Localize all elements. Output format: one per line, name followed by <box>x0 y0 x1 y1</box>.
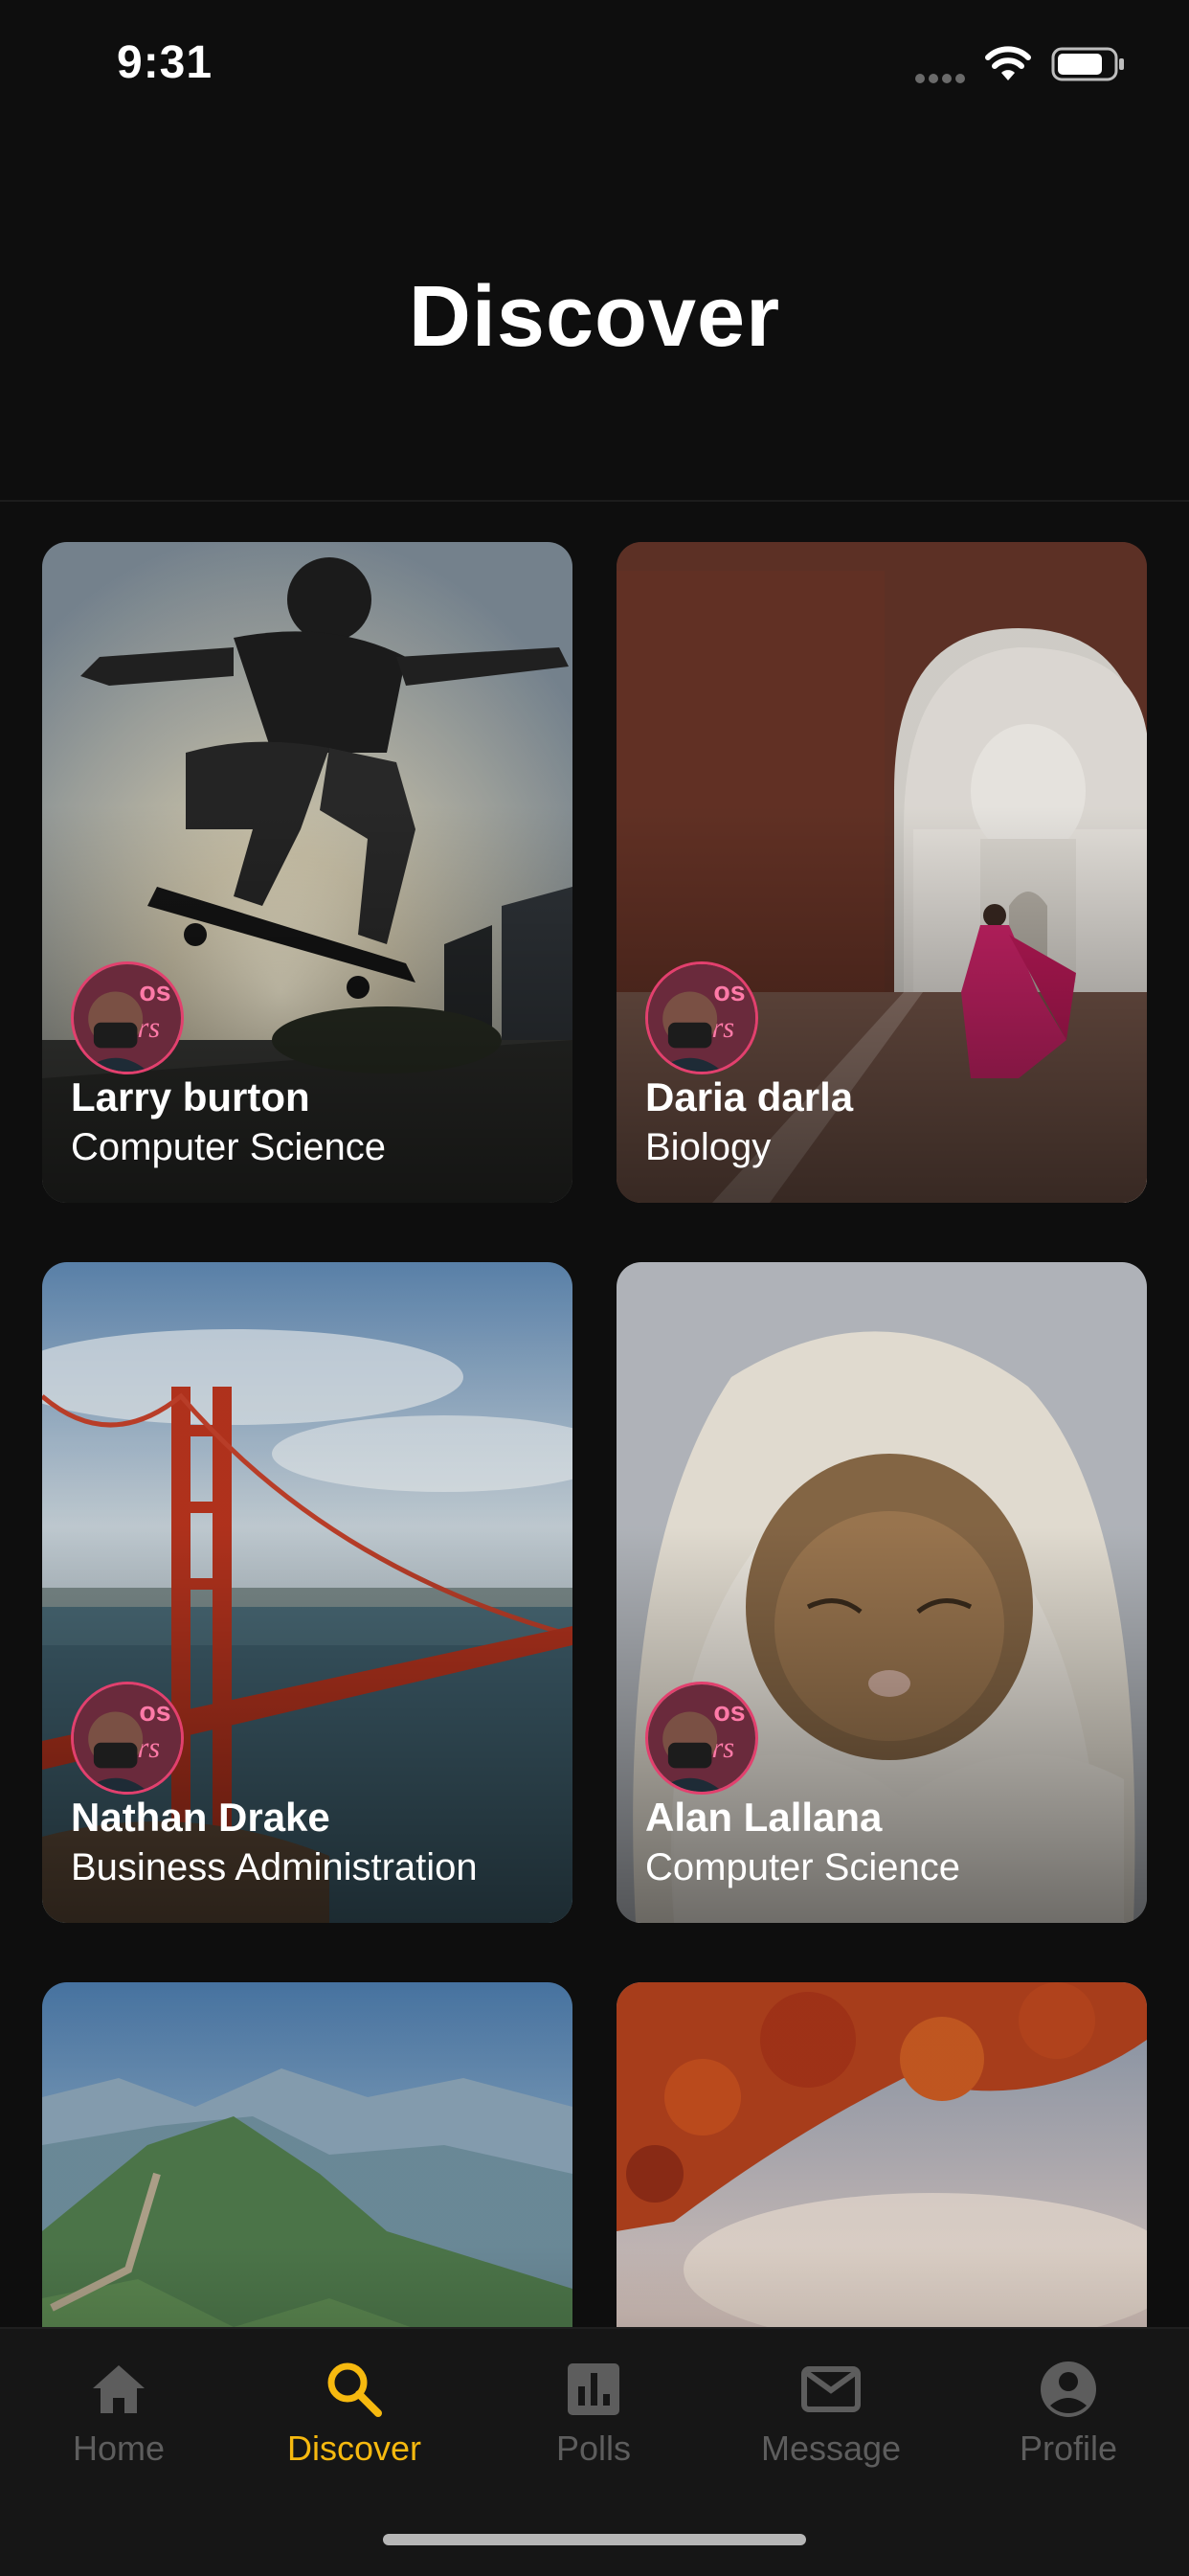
tab-label: Home <box>72 2429 166 2468</box>
tab-profile[interactable]: Profile <box>950 2358 1187 2492</box>
profile-card[interactable] <box>617 1982 1147 2327</box>
header: Discover <box>0 134 1189 502</box>
home-icon <box>93 2365 145 2413</box>
wifi-icon <box>985 46 1031 80</box>
profile-card[interactable]: os rs Larry burton Computer Science <box>42 542 572 1203</box>
card-major: Business Administration <box>71 1846 478 1888</box>
card-name: Daria darla <box>645 1074 854 1119</box>
discover-grid[interactable]: os rs Larry burton Computer Science os rs <box>0 542 1189 2327</box>
search-icon <box>327 2362 382 2417</box>
svg-text:os: os <box>139 977 170 1007</box>
poll-icon <box>568 2363 619 2415</box>
svg-text:os: os <box>713 977 745 1007</box>
cellular-signal-icon <box>915 71 969 83</box>
status-time: 9:31 <box>117 37 213 88</box>
profile-card[interactable]: os rs Alan Lallana Computer Science <box>617 1262 1147 1923</box>
profile-card[interactable]: os rs Nathan Drake Business Administratio… <box>42 1262 572 1923</box>
tab-discover[interactable]: Discover <box>236 2358 473 2492</box>
card-name: Alan Lallana <box>645 1795 883 1840</box>
profile-card[interactable]: os rs Daria darla Biology <box>617 542 1147 1203</box>
status-bar: 9:31 <box>0 0 1189 134</box>
card-major: Biology <box>645 1126 772 1168</box>
tab-polls[interactable]: Polls <box>475 2358 712 2492</box>
svg-text:os: os <box>713 1697 745 1728</box>
tab-home[interactable]: Home <box>0 2358 237 2492</box>
card-name: Larry burton <box>71 1074 310 1119</box>
tab-label: Polls <box>555 2429 632 2468</box>
profile-card[interactable] <box>42 1982 572 2327</box>
svg-text:os: os <box>139 1697 170 1728</box>
account-icon <box>1041 2361 1096 2417</box>
mail-icon <box>801 2366 861 2412</box>
avatar: os rs <box>645 1682 758 1795</box>
card-major: Computer Science <box>645 1846 961 1888</box>
home-indicator[interactable] <box>383 2534 806 2545</box>
tab-message[interactable]: Message <box>712 2358 950 2492</box>
tab-label: Discover <box>286 2429 422 2468</box>
page-title: Discover <box>408 269 781 365</box>
avatar: os rs <box>71 961 184 1074</box>
battery-icon <box>1051 47 1124 81</box>
tab-label: Message <box>760 2429 902 2468</box>
card-major: Computer Science <box>71 1126 387 1168</box>
avatar: os rs <box>71 1682 184 1795</box>
avatar: os rs <box>645 961 758 1074</box>
tab-label: Profile <box>1019 2429 1118 2468</box>
card-name: Nathan Drake <box>71 1795 330 1840</box>
